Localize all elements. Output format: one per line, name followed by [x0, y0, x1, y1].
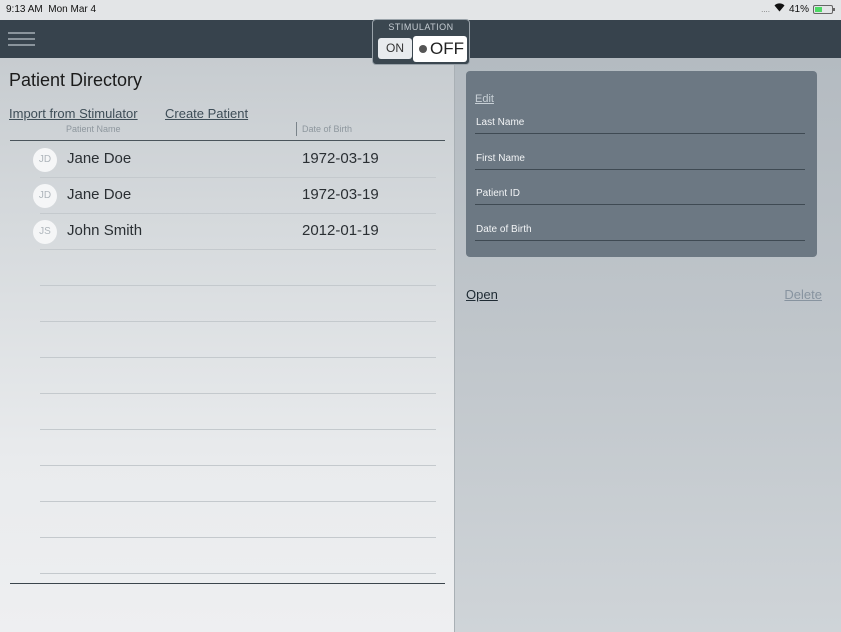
patient-dob: 1972-03-19: [302, 186, 379, 203]
empty-row: [40, 502, 436, 538]
empty-row: [40, 286, 436, 322]
empty-row: [40, 430, 436, 466]
create-patient-link[interactable]: Create Patient: [165, 106, 248, 121]
battery-level-fill: [815, 6, 822, 12]
open-button[interactable]: Open: [466, 287, 498, 302]
page-title: Patient Directory: [9, 70, 143, 90]
column-header-date-of-birth[interactable]: Date of Birth: [302, 124, 352, 134]
empty-row: [40, 394, 436, 430]
stimulation-on-button[interactable]: ON: [378, 38, 412, 59]
edit-link[interactable]: Edit: [475, 93, 494, 105]
status-bar: 9:13 AM Mon Mar 4 .... 41%: [0, 0, 841, 20]
date-of-birth-field[interactable]: Date of Birth: [475, 218, 805, 241]
patient-detail-card: Edit Last Name First Name Patient ID Dat…: [466, 71, 817, 257]
patient-row[interactable]: JD Jane Doe 1972-03-19: [33, 142, 436, 178]
patient-name: Jane Doe: [67, 150, 132, 167]
empty-row: [40, 538, 436, 574]
column-separator: [296, 122, 297, 136]
empty-row: [40, 466, 436, 502]
status-time-date: 9:13 AM Mon Mar 4: [6, 4, 96, 15]
status-time: 9:13 AM: [6, 4, 43, 15]
empty-row: [40, 250, 436, 286]
patient-detail-panel: Edit Last Name First Name Patient ID Dat…: [455, 58, 841, 632]
stimulation-off-button[interactable]: OFF: [413, 36, 467, 62]
delete-button[interactable]: Delete: [784, 287, 822, 302]
signal-indicator: ....: [761, 4, 770, 14]
empty-row: [40, 322, 436, 358]
battery-percent: 41%: [788, 3, 809, 15]
first-name-field[interactable]: First Name: [475, 147, 805, 170]
patient-id-field[interactable]: Patient ID: [475, 182, 805, 205]
battery-icon: [813, 4, 835, 14]
status-date: Mon Mar 4: [48, 4, 97, 15]
header-divider: [10, 140, 445, 141]
patient-dob: 1972-03-19: [302, 150, 379, 167]
last-name-label: Last Name: [476, 117, 525, 128]
patient-directory-panel: Patient Directory Import from Stimulator…: [0, 58, 455, 632]
avatar: JD: [33, 148, 57, 172]
patient-id-label: Patient ID: [476, 188, 520, 199]
patient-row[interactable]: JS John Smith 2012-01-19: [33, 214, 436, 250]
stimulation-label: STIMULATION: [388, 22, 454, 32]
list-bottom-divider: [10, 583, 445, 584]
first-name-label: First Name: [476, 153, 525, 164]
patient-row[interactable]: JD Jane Doe 1972-03-19: [33, 178, 436, 214]
column-header-patient-name[interactable]: Patient Name: [66, 124, 121, 134]
avatar: JS: [33, 220, 57, 244]
selected-dot-icon: [419, 44, 427, 53]
hamburger-menu-icon[interactable]: [8, 28, 35, 48]
empty-row: [40, 358, 436, 394]
stimulation-off-label: OFF: [430, 39, 464, 58]
patient-dob: 2012-01-19: [302, 222, 379, 239]
status-indicators: .... 41%: [761, 3, 835, 15]
date-of-birth-label: Date of Birth: [476, 224, 532, 235]
last-name-field[interactable]: Last Name: [475, 111, 805, 134]
patient-name: John Smith: [67, 222, 143, 239]
import-from-stimulator-link[interactable]: Import from Stimulator: [9, 106, 138, 121]
patient-name: Jane Doe: [67, 186, 132, 203]
wifi-icon: [774, 3, 785, 15]
stimulation-toggle[interactable]: STIMULATION ON OFF: [372, 19, 470, 65]
avatar: JD: [33, 184, 57, 208]
